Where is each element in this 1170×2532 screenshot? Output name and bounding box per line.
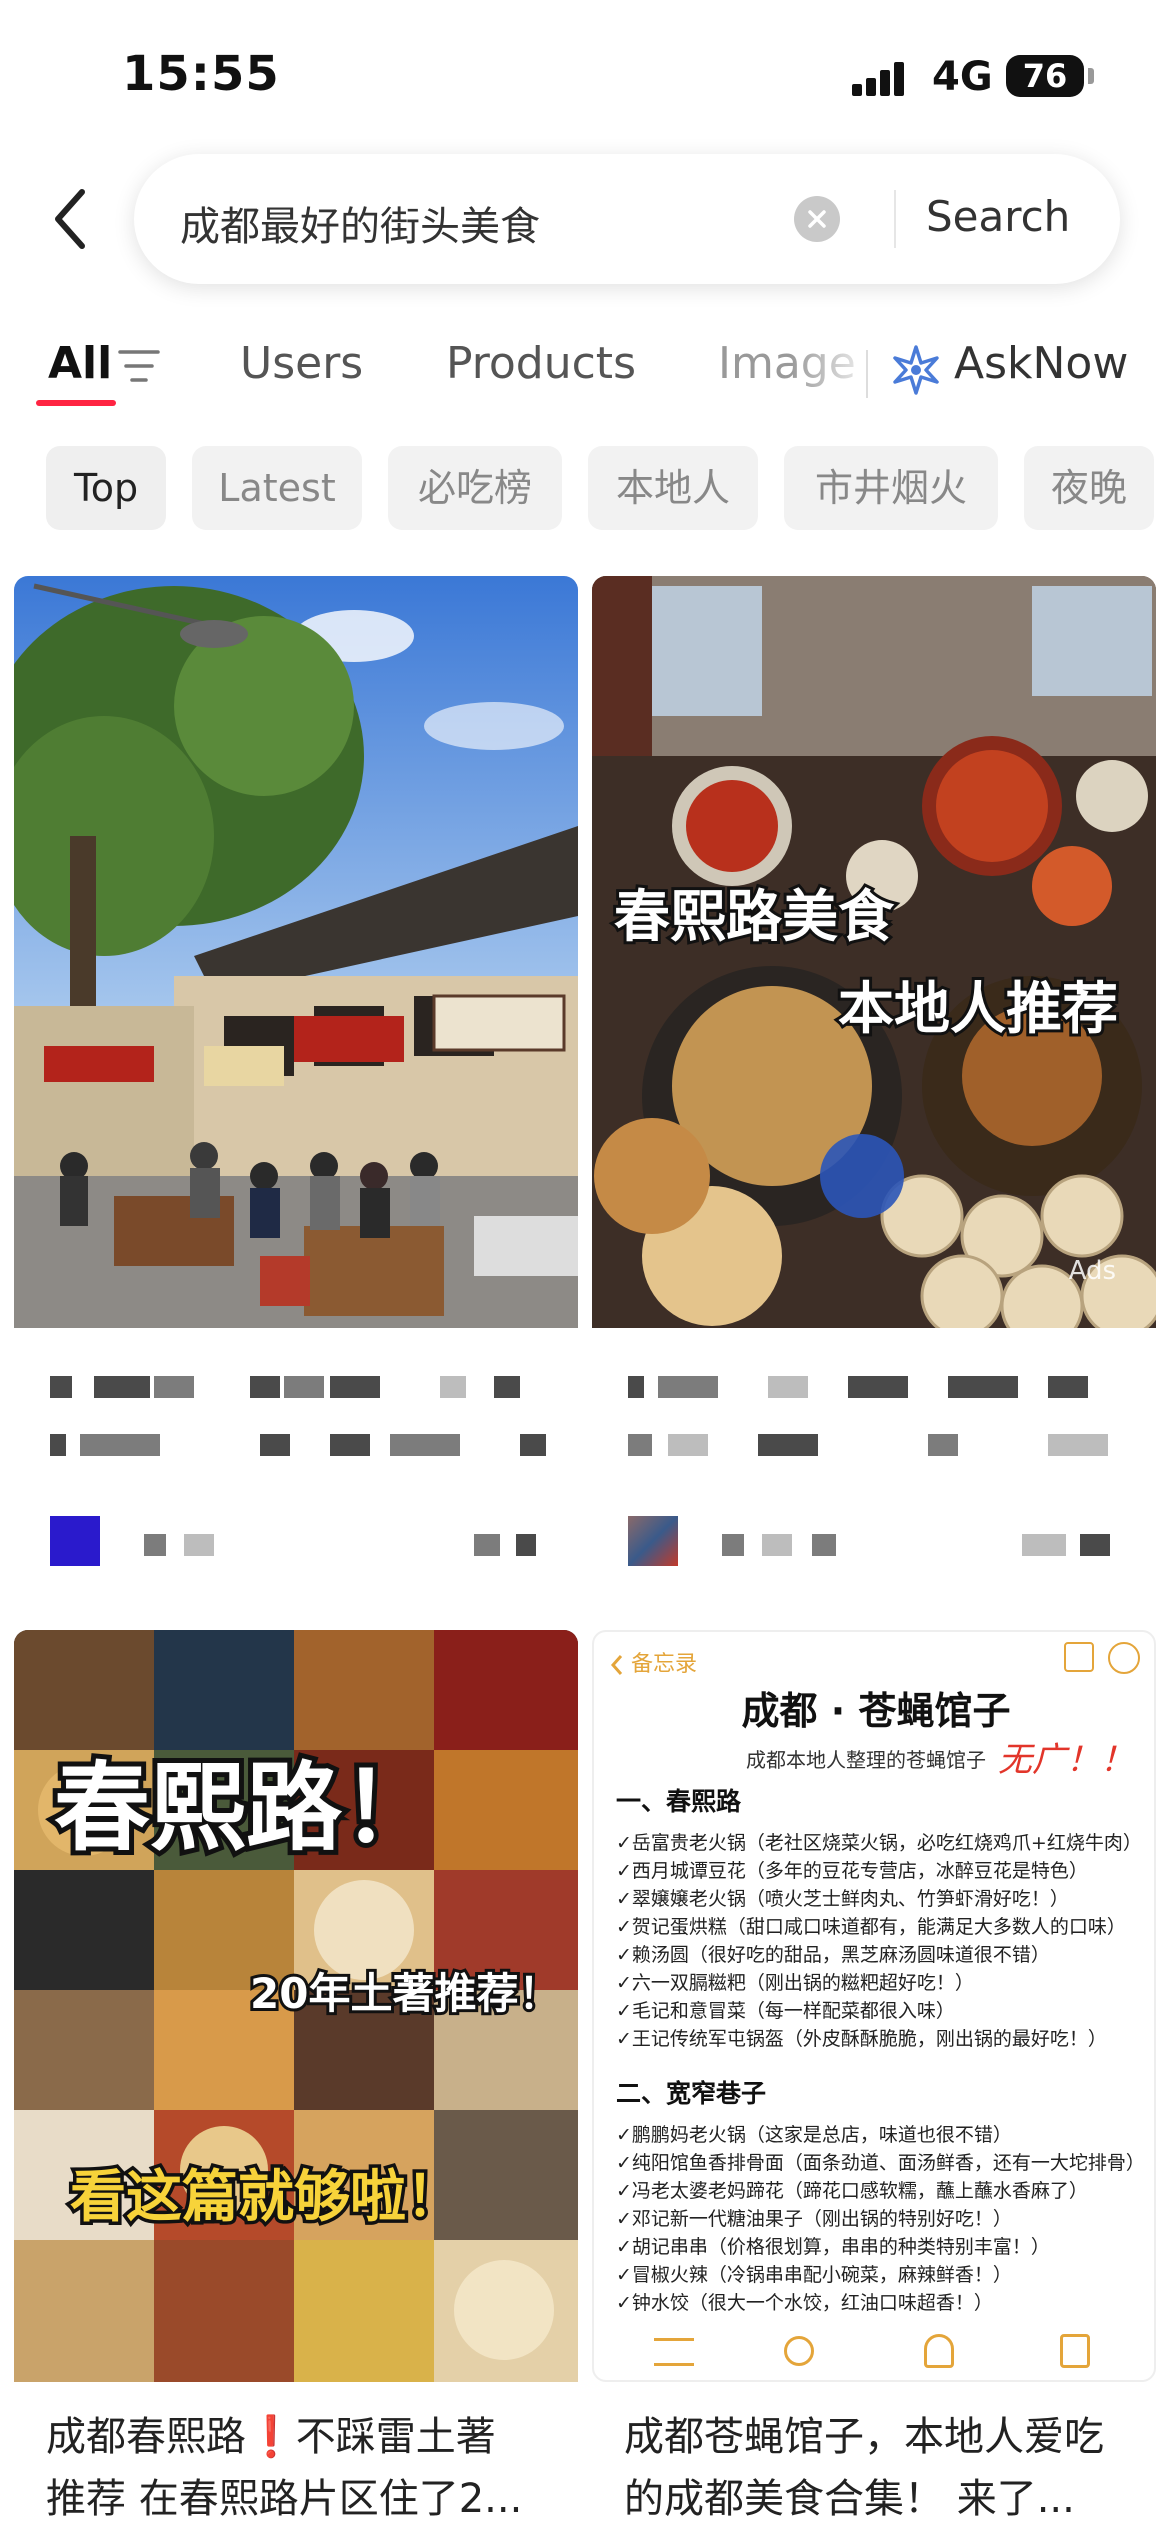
- sparkle-icon: [890, 344, 942, 400]
- memo-line: ✓岳富贵老火锅（老社区烧菜火锅，必吃红烧鸡爪+红烧牛肉）: [616, 1832, 1142, 1854]
- signal-icon: [852, 60, 914, 96]
- tab-separator: [866, 350, 868, 398]
- card-title[interactable]: 推荐 在春熙路片区住了2...: [46, 2468, 566, 2530]
- overlay-text: 春熙路美食: [611, 882, 897, 953]
- link-icon: [784, 2336, 814, 2366]
- filter-chips: Top Latest 必吃榜 本地人 市井烟火 夜晚: [0, 446, 1170, 530]
- card-title[interactable]: 的成都美食合集！ 来了...: [624, 2468, 1144, 2530]
- memo-section-title: 二、宽窄巷子: [616, 2079, 767, 2108]
- blurred-author-placeholder: [722, 1534, 1122, 1556]
- memo-line: ✓邓记新一代糖油果子（刚出锅的特别好吃！）: [616, 2208, 1012, 2230]
- memo-line: ✓贺记蛋烘糕（甜口咸口味道都有，能满足大多数人的口味）: [616, 1916, 1126, 1938]
- memo-handwritten: 无广！！: [998, 1740, 1134, 1780]
- memo-line: ✓王记传统军屯锅盔（外皮酥酥脆脆，刚出锅的最好吃！）: [616, 2028, 1107, 2050]
- compose-icon: [1060, 2334, 1090, 2368]
- filter-icon[interactable]: [118, 348, 160, 388]
- tab-users[interactable]: Users: [240, 338, 363, 389]
- overlay-text: 20年土著推荐！: [247, 1966, 563, 2021]
- memo-line: ✓冯老太婆老妈蹄花（蹄花口感软糯，蘸上蘸水香麻了）: [616, 2180, 1088, 2202]
- more-icon: [1108, 1642, 1140, 1674]
- search-divider: [894, 190, 896, 248]
- memo-subtitle: 成都本地人整理的苍蝇馆子: [746, 1748, 986, 1772]
- clear-search-button[interactable]: [794, 196, 840, 242]
- memo-title: 成都 · 苍蝇馆子: [741, 1689, 1011, 1733]
- search-bar[interactable]: 成都最好的街头美食 Search: [134, 154, 1120, 284]
- list-icon: [654, 2338, 694, 2366]
- chip-must-eat[interactable]: 必吃榜: [388, 446, 562, 530]
- memo-line: ✓西月城谭豆花（多年的豆花专营店，冰醉豆花是特色）: [616, 1860, 1088, 1882]
- tab-products[interactable]: Products: [446, 338, 636, 389]
- battery-icon: 76: [1006, 55, 1084, 97]
- card-title[interactable]: 成都春熙路❗不踩雷土著: [46, 2406, 566, 2468]
- battery-cap: [1088, 68, 1094, 84]
- overlay-text: 本地人推荐: [835, 974, 1121, 1045]
- chip-locals[interactable]: 本地人: [588, 446, 758, 530]
- ad-label: Ads: [1068, 1256, 1116, 1286]
- tab-all[interactable]: All: [48, 338, 112, 389]
- blurred-title-placeholder: [628, 1376, 1128, 1398]
- overlay-text: 春熙路！: [49, 1747, 443, 1869]
- memo-line: ✓钟水饺（很大一个水饺，红油口味超香！）: [616, 2292, 993, 2314]
- overlay-text: 看这篇就够啦！: [67, 2162, 466, 2234]
- memo-back: 备忘录: [610, 1646, 697, 1678]
- card-title[interactable]: 成都苍蝇馆子，本地人爱吃: [624, 2406, 1144, 2468]
- memo-line: ✓毛记和意冒菜（每一样配菜都很入味）: [616, 2000, 955, 2022]
- chip-top[interactable]: Top: [46, 446, 166, 530]
- feed-card[interactable]: 春熙路！ 20年土著推荐！ 看这篇就够啦！ 成都春熙路❗不踩雷土著 推荐 在春熙…: [14, 1630, 578, 2532]
- status-time: 15:55: [122, 46, 280, 102]
- tab-asknow[interactable]: AskNow: [954, 338, 1128, 389]
- status-bar: 15:55 4G 76: [0, 0, 1170, 150]
- pen-icon: [924, 2334, 954, 2368]
- search-input[interactable]: 成都最好的街头美食: [180, 194, 540, 252]
- memo-line: ✓六一双膈糍粑（刚出锅的糍粑超好吃！）: [616, 1972, 974, 1994]
- chip-street-life[interactable]: 市井烟火: [784, 446, 998, 530]
- chip-latest[interactable]: Latest: [192, 446, 362, 530]
- share-icon: [1064, 1642, 1094, 1672]
- network-label: 4G: [932, 54, 993, 100]
- feed-card[interactable]: 备忘录 成都 · 苍蝇馆子 成都本地人整理的苍蝇馆子 无广！！ 一、春熙路 ✓岳…: [592, 1630, 1156, 2532]
- feed-card-ad[interactable]: 春熙路美食 本地人推荐 Ads: [592, 576, 1156, 1576]
- card-image: [14, 576, 578, 1328]
- search-button[interactable]: Search: [926, 192, 1070, 241]
- card-image: 备忘录 成都 · 苍蝇馆子 成都本地人整理的苍蝇馆子 无广！！ 一、春熙路 ✓岳…: [592, 1630, 1156, 2382]
- author-avatar[interactable]: [50, 1516, 100, 1566]
- memo-line: ✓冒椒火辣（冷锅串串配小碗菜，麻辣鲜香！）: [616, 2264, 1012, 2286]
- chip-night[interactable]: 夜晚: [1024, 446, 1154, 530]
- feed-card[interactable]: [14, 576, 578, 1576]
- back-button[interactable]: [50, 186, 90, 252]
- tab-bar: All Users Products Image AskNow: [0, 320, 1170, 420]
- author-avatar[interactable]: [628, 1516, 678, 1566]
- active-tab-indicator: [36, 400, 116, 406]
- blurred-title-placeholder: [50, 1376, 530, 1398]
- memo-line: ✓胡记串串（价格很划算，串串的种类特别丰富！）: [616, 2236, 1050, 2258]
- memo-section-title: 一、春熙路: [616, 1787, 742, 1816]
- memo-line: ✓翠嬢嬢老火锅（喷火芝士鲜肉丸、竹笋虾滑好吃！）: [616, 1888, 1069, 1910]
- chevron-left-icon: [610, 1655, 623, 1675]
- close-icon: [808, 210, 826, 228]
- memo-line: ✓纯阳馆鱼香排骨面（面条劲道、面汤鲜香，还有一大坨排骨）: [616, 2152, 1145, 2174]
- memo-line: ✓鹏鹏妈老火锅（这家是总店，味道也很不错）: [616, 2124, 1012, 2146]
- card-image: 春熙路美食 本地人推荐 Ads: [592, 576, 1156, 1328]
- card-image: 春熙路！ 20年土著推荐！ 看这篇就够啦！: [14, 1630, 578, 2382]
- blurred-author-placeholder: [144, 1534, 544, 1556]
- memo-line: ✓赖汤圆（很好吃的甜品，黑芝麻汤圆味道很不错）: [616, 1944, 1050, 1966]
